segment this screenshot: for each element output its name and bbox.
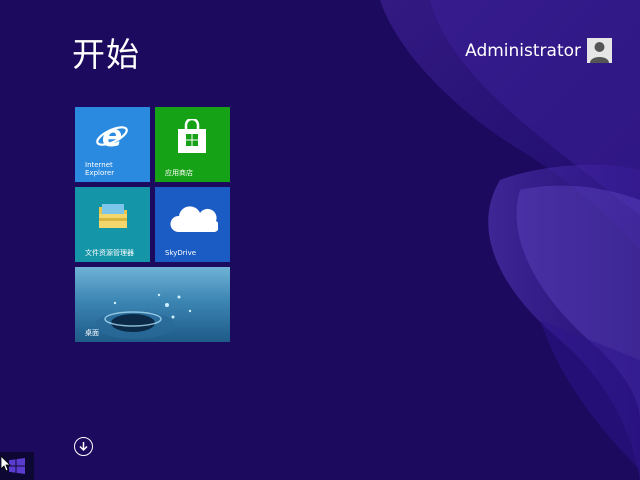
down-arrow-circle-icon <box>79 442 88 452</box>
tile-internet-explorer[interactable]: e Internet Explorer <box>75 107 150 182</box>
store-bag-icon <box>178 119 206 153</box>
all-apps-button[interactable] <box>74 437 93 456</box>
page-title: 开始 <box>72 35 140 74</box>
svg-text:e: e <box>102 119 122 153</box>
tile-label: Internet Explorer <box>85 161 115 177</box>
tile-store[interactable]: 应用商店 <box>155 107 230 182</box>
internet-explorer-icon: e <box>96 119 128 153</box>
user-name: Administrator <box>465 40 581 61</box>
tile-label: SkyDrive <box>165 249 197 257</box>
tile-label: 桌面 <box>85 329 99 337</box>
tile-desktop[interactable]: 桌面 <box>75 267 230 342</box>
tile-skydrive[interactable]: SkyDrive <box>155 187 230 262</box>
tile-file-explorer[interactable]: 文件资源管理器 <box>75 187 150 262</box>
cloud-icon <box>170 206 218 232</box>
mouse-cursor-icon <box>1 456 11 472</box>
tile-label: 应用商店 <box>165 169 193 177</box>
user-account[interactable]: Administrator <box>465 38 612 63</box>
tile-label: 文件资源管理器 <box>85 249 134 257</box>
folder-icon <box>99 204 127 228</box>
windows-logo-icon <box>9 458 25 474</box>
user-silhouette-icon[interactable] <box>587 38 612 63</box>
